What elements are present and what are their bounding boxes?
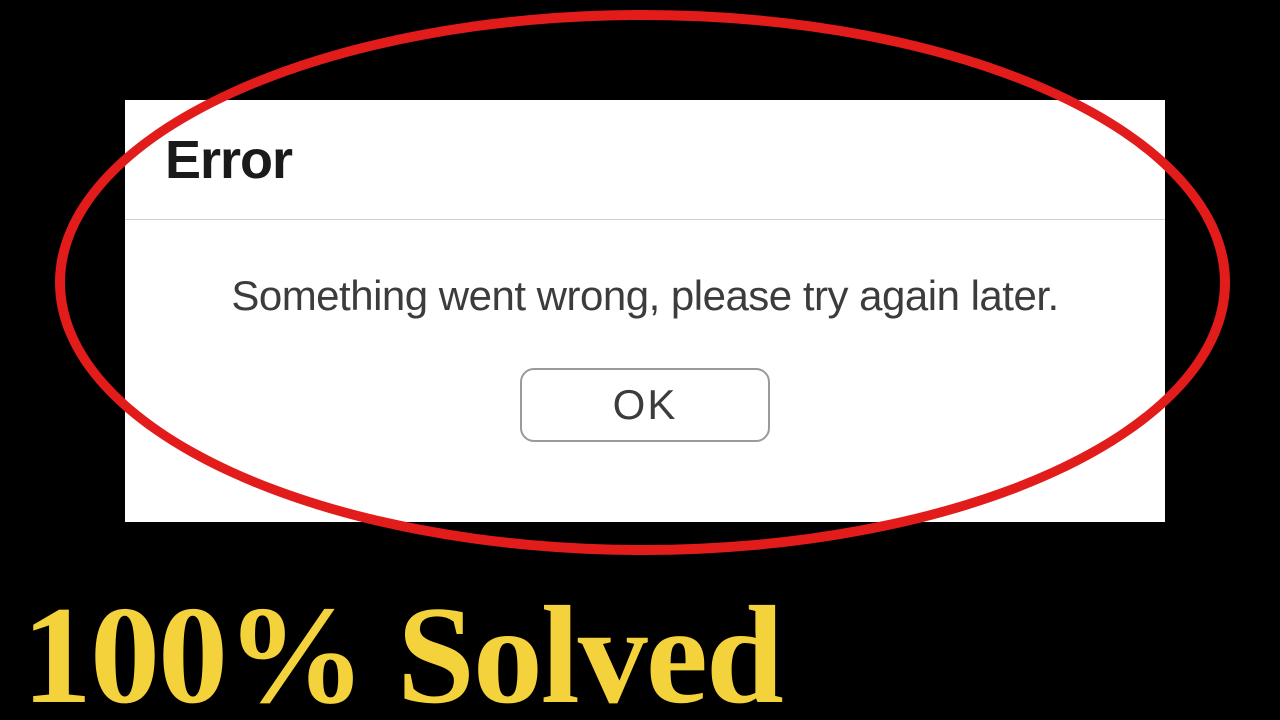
- thumbnail-stage: Error Something went wrong, please try a…: [0, 0, 1280, 720]
- dialog-body: Something went wrong, please try again l…: [125, 220, 1165, 442]
- caption-text: 100% Solved: [22, 586, 782, 720]
- ok-button[interactable]: OK: [520, 368, 770, 442]
- dialog-actions: OK: [165, 368, 1125, 442]
- error-dialog: Error Something went wrong, please try a…: [125, 100, 1165, 522]
- dialog-header: Error: [125, 100, 1165, 220]
- dialog-message: Something went wrong, please try again l…: [165, 272, 1125, 320]
- dialog-title: Error: [165, 129, 292, 191]
